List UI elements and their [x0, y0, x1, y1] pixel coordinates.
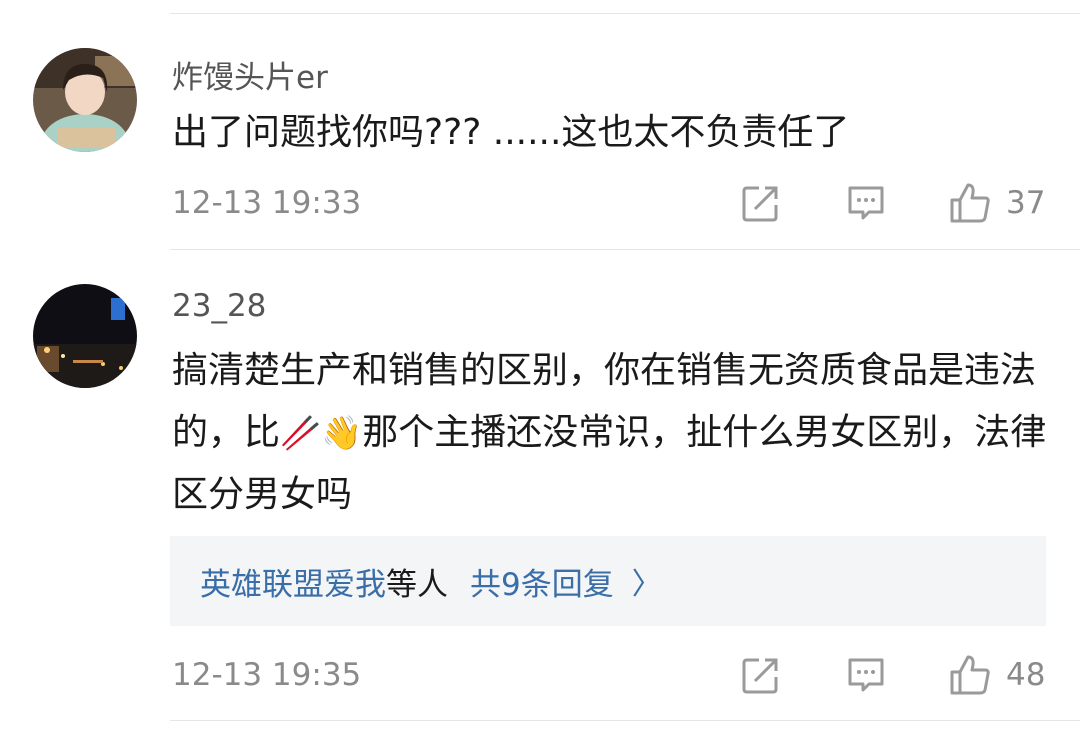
thumbs-up-icon: [950, 183, 990, 223]
like-button[interactable]: 37: [948, 181, 1045, 225]
emoji: 🥢👋: [280, 413, 363, 452]
username[interactable]: 炸馒头片er: [172, 52, 328, 97]
replies-preview[interactable]: 英雄联盟爱我 等人 共9条回复 〉: [170, 536, 1046, 626]
top-divider: [170, 13, 1080, 14]
comment-button[interactable]: [846, 653, 886, 697]
reply-count-link[interactable]: 共9条回复: [470, 559, 614, 604]
comment-meta: 12-13 19:33 37: [172, 181, 1047, 225]
share-icon: [742, 658, 778, 694]
avatar[interactable]: [33, 48, 137, 152]
timestamp: 12-13 19:35: [172, 657, 362, 693]
comment-text: 出了问题找你吗??? ......这也太不负责任了: [172, 112, 850, 153]
timestamp: 12-13 19:33: [172, 185, 362, 221]
thumbs-up-icon: [950, 655, 990, 695]
avatar[interactable]: [33, 284, 137, 388]
comment-button[interactable]: [846, 181, 886, 225]
comment-divider: [170, 249, 1080, 250]
share-button[interactable]: [741, 181, 781, 225]
comment-meta: 12-13 19:35 48: [172, 653, 1047, 697]
share-button[interactable]: [741, 653, 781, 697]
chevron-right-icon: 〉: [631, 567, 662, 602]
share-icon: [742, 186, 778, 222]
like-count: 48: [1006, 657, 1046, 693]
bottom-divider: [170, 720, 1080, 721]
reply-user-link[interactable]: 英雄联盟爱我: [200, 559, 386, 604]
like-button[interactable]: 48: [948, 653, 1045, 697]
comment-icon: [848, 658, 884, 692]
comment-icon: [848, 186, 884, 220]
comment-text: 搞清楚生产和销售的区别，你在销售无资质食品是违法的，比🥢👋那个主播还没常识，扯什…: [172, 340, 1052, 526]
username[interactable]: 23_28: [172, 288, 266, 324]
reply-others-text: 等人: [386, 566, 448, 603]
like-count: 37: [1006, 185, 1046, 221]
